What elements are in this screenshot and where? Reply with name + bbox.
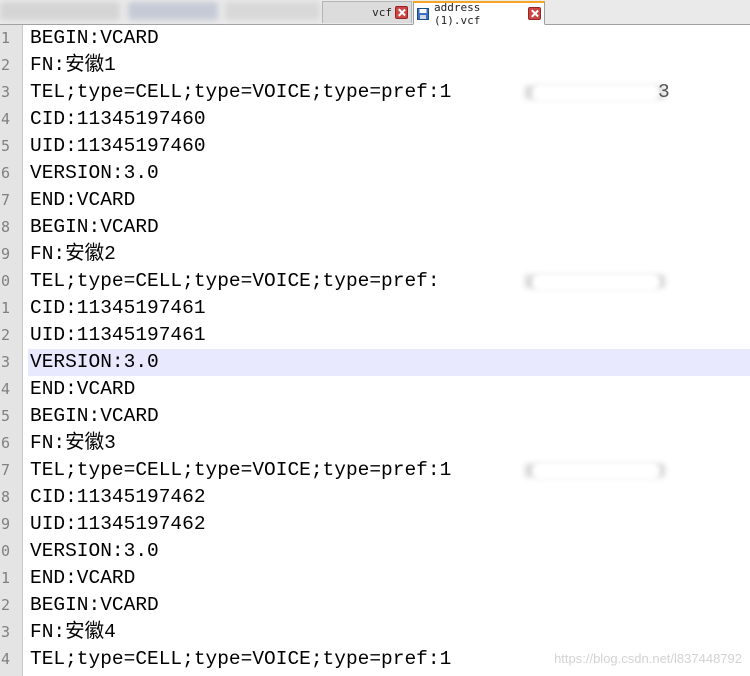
blurred-tab-area [225,2,320,20]
tab-vcf[interactable]: vcf [322,1,412,23]
line-text: FN:安徽3 [30,432,116,454]
line-number: 4 [0,110,10,128]
line-text: END:VCARD [30,567,136,589]
editor-line[interactable]: 12 UID:11345197461 [0,322,750,349]
line-number: 16 [0,434,10,452]
line-number: 14 [0,380,10,398]
line-text: FN:安徽4 [30,621,116,643]
line-text: UID:11345197462 [30,513,206,535]
editor-line[interactable]: 2 FN:安徽1 [0,52,750,79]
line-number: 11 [0,299,10,317]
tab-bar: vcf address (1).vcf [0,0,750,27]
line-number: 22 [0,596,10,614]
editor-line[interactable]: 10TEL;type=CELL;type=VOICE;type=pref: [0,268,750,295]
line-text: BEGIN:VCARD [30,405,159,427]
tab-label: vcf [372,6,392,19]
watermark-text: https://blog.csdn.net/l837448792 [554,651,742,666]
line-text: CID:11345197462 [30,486,206,508]
line-number: 9 [0,245,10,263]
line-number: 8 [0,218,10,236]
line-text: VERSION:3.0 [30,540,159,562]
line-number: 24 [0,650,10,668]
editor-line[interactable]: 6 VERSION:3.0 [0,160,750,187]
editor-line[interactable]: 18 CID:11345197462 [0,484,750,511]
editor-line[interactable]: 3 TEL;type=CELL;type=VOICE;type=pref:1 3 [0,79,750,106]
editor-line[interactable]: 5 UID:11345197460 [0,133,750,160]
line-number: 19 [0,515,10,533]
line-text: FN:安徽2 [30,243,116,265]
editor-line[interactable]: 9 FN:安徽2 [0,241,750,268]
tab-address-vcf[interactable]: address (1).vcf [413,0,545,27]
line-text: VERSION:3.0 [30,162,159,184]
editor-line[interactable]: 15 BEGIN:VCARD [0,403,750,430]
editor-line[interactable]: 20 VERSION:3.0 [0,538,750,565]
tab-label: address (1).vcf [434,0,481,27]
redaction-mask [532,273,660,291]
editor-line[interactable]: 19 UID:11345197462 [0,511,750,538]
text-editor[interactable]: 1 BEGIN:VCARD 2 FN:安徽1 3 TEL;type=CELL;type=V… [0,25,750,676]
line-number: 2 [0,56,10,74]
editor-line[interactable]: 14 END:VCARD [0,376,750,403]
line-text: VERSION:3.0 [28,349,750,376]
blurred-tab-area [128,2,218,20]
line-text: BEGIN:VCARD [30,216,159,238]
line-number: 13 [0,353,10,371]
line-text: FN:安徽1 [30,54,116,76]
line-number: 15 [0,407,10,425]
editor-line[interactable]: 21 END:VCARD [0,565,750,592]
editor-line[interactable]: 11 CID:11345197461 [0,295,750,322]
editor-lines: 1 BEGIN:VCARD 2 FN:安徽1 3 TEL;type=CELL;type=V… [0,25,750,673]
line-number: 10 [0,272,10,290]
line-number: 6 [0,164,10,182]
line-text: CID:11345197461 [30,297,206,319]
line-text: UID:11345197460 [30,135,206,157]
editor-line[interactable]: 13 VERSION:3.0 [0,349,750,376]
save-icon [417,7,429,20]
line-number: 1 [0,29,10,47]
line-number: 21 [0,569,10,587]
editor-line[interactable]: 7 END:VCARD [0,187,750,214]
line-text: END:VCARD [30,189,136,211]
line-number: 20 [0,542,10,560]
line-number: 23 [0,623,10,641]
editor-line[interactable]: 1 BEGIN:VCARD [0,25,750,52]
redacted-tail-digit: 3 [658,81,670,103]
line-text: BEGIN:VCARD [30,594,159,616]
blurred-tab-area [0,2,120,20]
line-text: CID:11345197460 [30,108,206,130]
editor-line[interactable]: 17TEL;type=CELL;type=VOICE;type=pref:1 [0,457,750,484]
line-number: 18 [0,488,10,506]
redaction-mask [532,84,660,102]
line-text: END:VCARD [30,378,136,400]
redaction-mask [532,462,660,480]
editor-line[interactable]: 23 FN:安徽4 [0,619,750,646]
editor-line[interactable]: 16 FN:安徽3 [0,430,750,457]
close-icon[interactable] [395,6,408,19]
line-text: BEGIN:VCARD [30,27,159,49]
line-number: 3 [0,83,10,101]
line-number: 17 [0,461,10,479]
line-number: 12 [0,326,10,344]
line-text: UID:11345197461 [30,324,206,346]
editor-line[interactable]: 4 CID:11345197460 [0,106,750,133]
editor-window: vcf address (1).vcf 1 BEGIN:VCARD 2 FN:安徽1 3… [0,0,750,676]
line-number: 5 [0,137,10,155]
editor-line[interactable]: 8 BEGIN:VCARD [0,214,750,241]
close-icon[interactable] [528,7,541,20]
line-number: 7 [0,191,10,209]
editor-line[interactable]: 22 BEGIN:VCARD [0,592,750,619]
